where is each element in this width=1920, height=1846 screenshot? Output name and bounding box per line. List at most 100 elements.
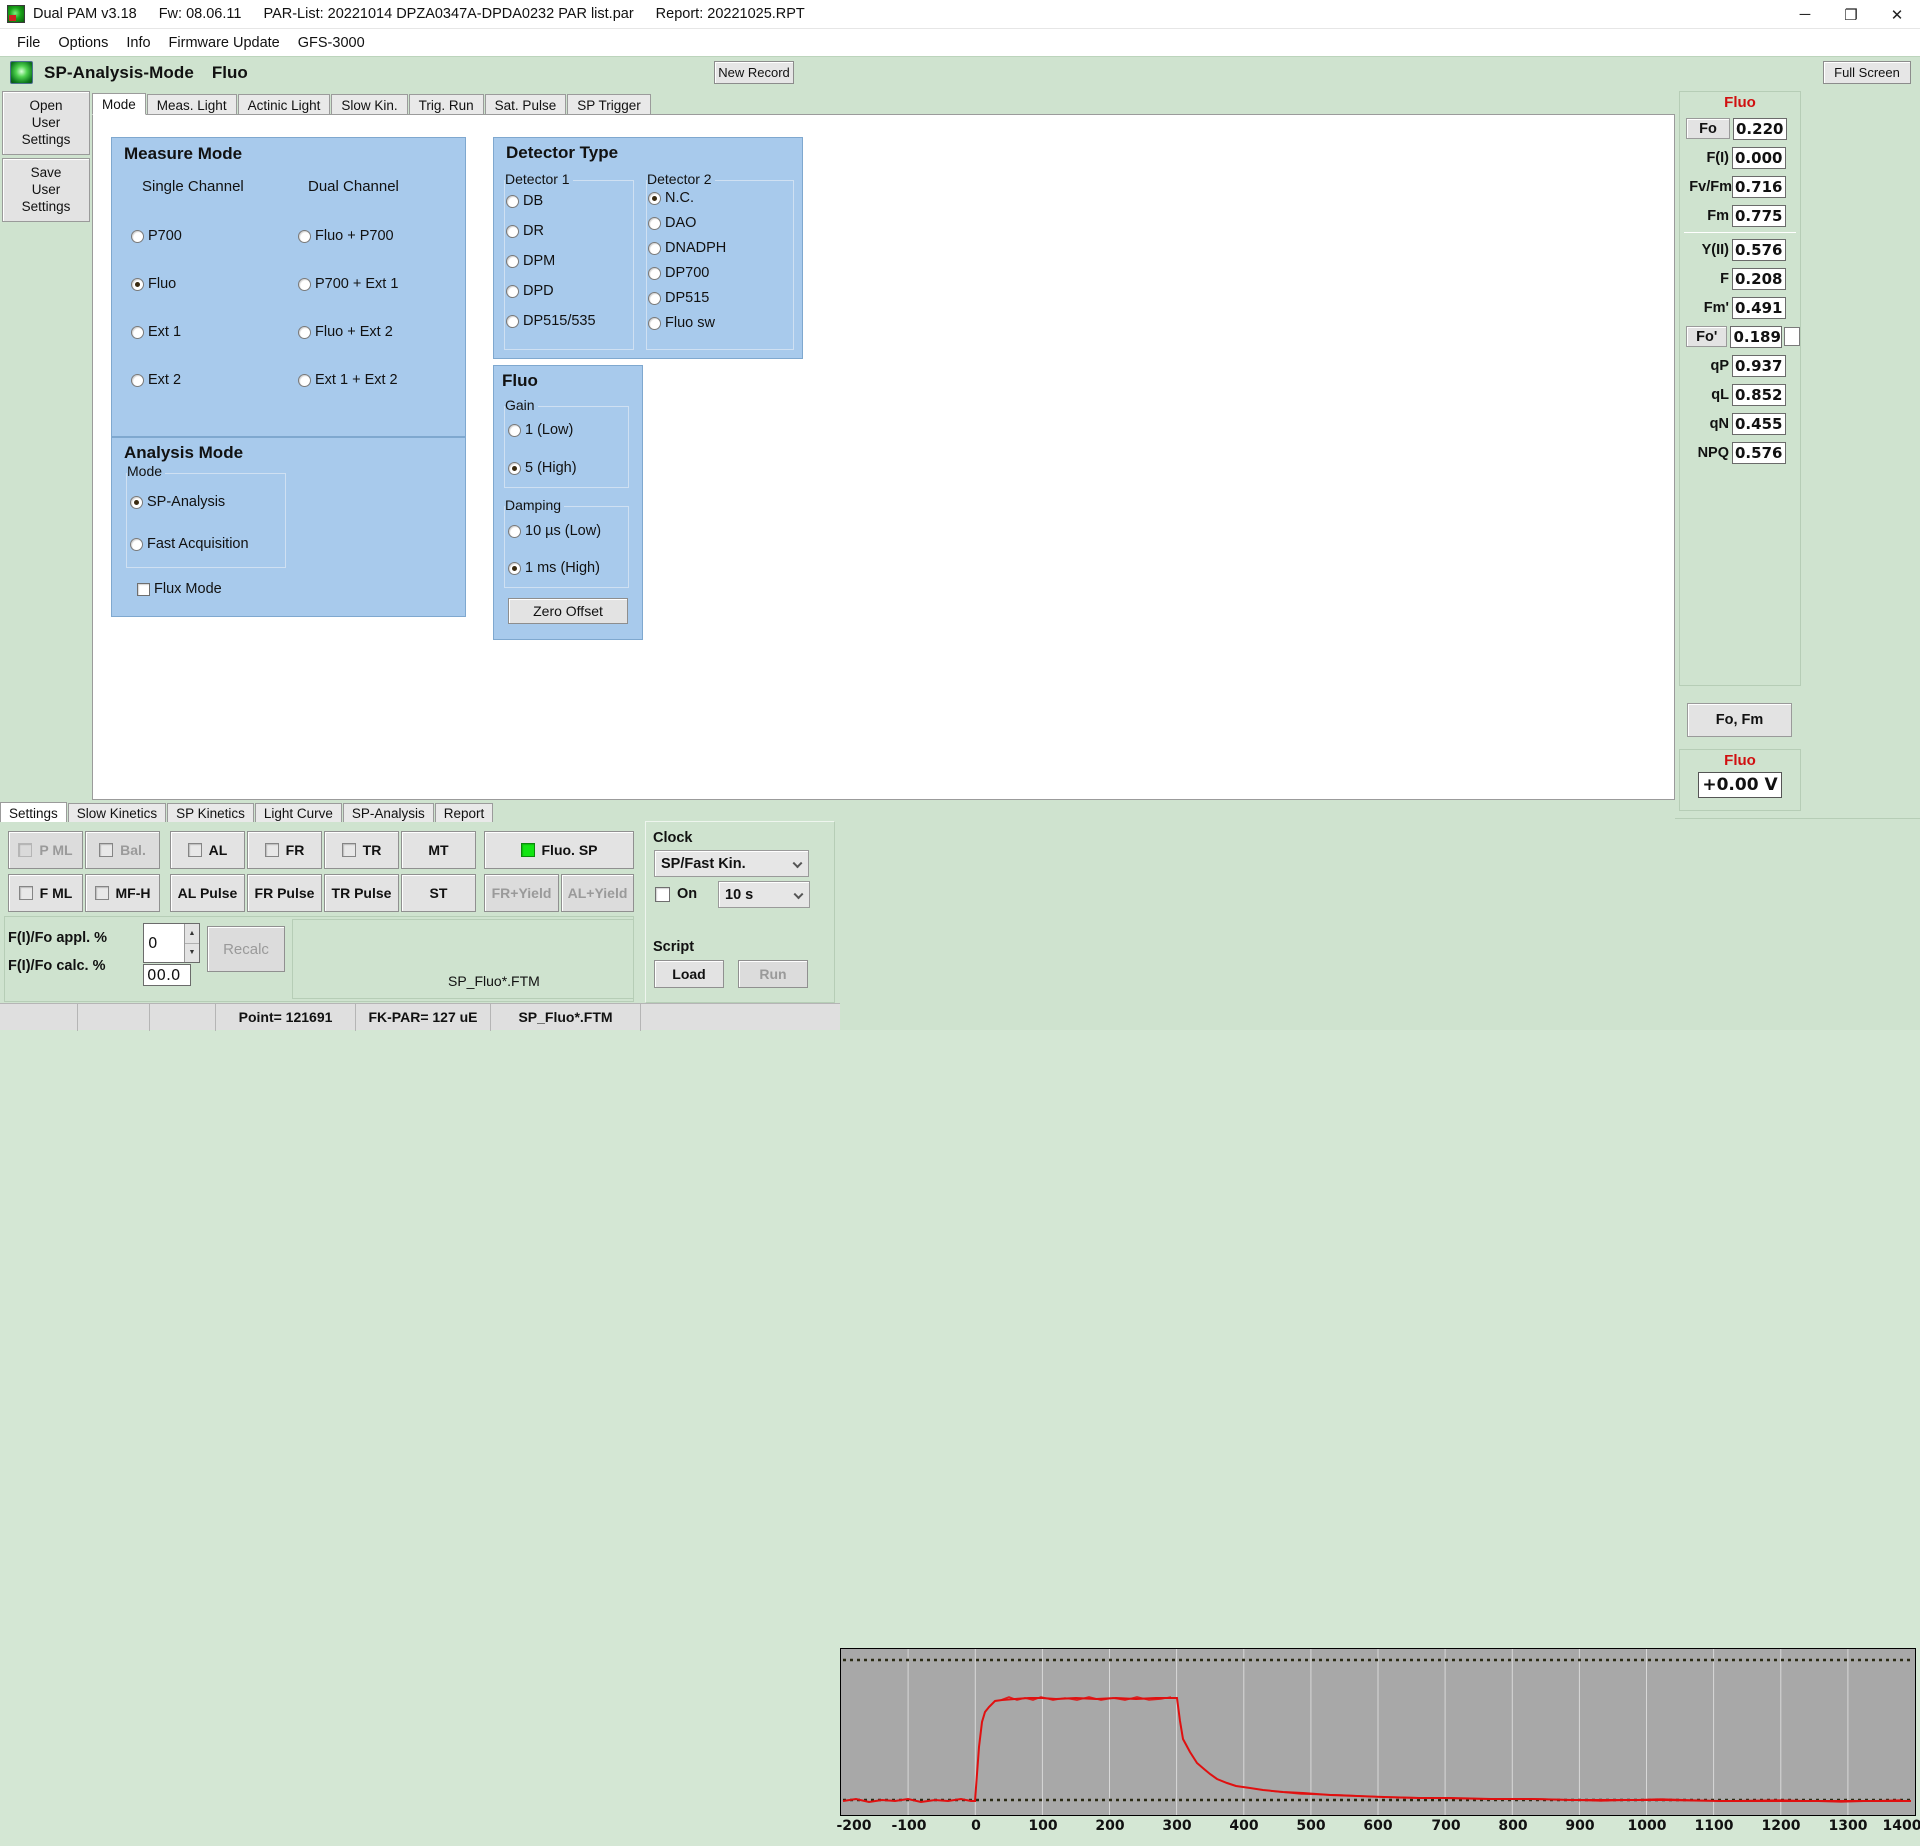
bottom-tab-report[interactable]: Report (435, 803, 494, 823)
bottom-tab-settings[interactable]: Settings (0, 802, 67, 823)
button-f-ml[interactable]: F ML (8, 874, 83, 912)
radio-indicator (648, 317, 661, 330)
recalc-button[interactable]: Recalc (207, 926, 285, 972)
checkbox-flux-mode[interactable]: Flux Mode (137, 581, 222, 597)
button-label: Load (672, 966, 705, 982)
xtick: 1300 (1829, 1818, 1868, 1834)
script-run-button[interactable]: Run (738, 960, 808, 988)
menu-gfs-3000[interactable]: GFS-3000 (289, 33, 374, 53)
radio-p700-ext-1[interactable]: P700 + Ext 1 (298, 276, 398, 292)
radio-fluo-ext-2[interactable]: Fluo + Ext 2 (298, 324, 393, 340)
radio-indicator (648, 217, 661, 230)
yii-label: Y(II) (1680, 242, 1732, 258)
radio-indicator (131, 326, 144, 339)
button-al-yield[interactable]: AL+Yield (561, 874, 634, 912)
stepper-down-icon[interactable]: ▼ (185, 944, 199, 963)
radio-detector2-nc[interactable]: N.C. (648, 190, 694, 206)
menu-options[interactable]: Options (49, 33, 117, 53)
status-fk-par: FK-PAR= 127 uE (356, 1004, 491, 1031)
radio-detector2-dp700[interactable]: DP700 (648, 265, 709, 281)
tab-meas-light[interactable]: Meas. Light (147, 94, 237, 115)
foprime-checkbox[interactable] (1784, 327, 1800, 346)
button-tr-pulse[interactable]: TR Pulse (324, 874, 399, 912)
menu-file[interactable]: File (8, 33, 49, 53)
script-load-button[interactable]: Load (654, 960, 724, 988)
fio-appl-stepper[interactable]: 0 ▲ ▼ (143, 923, 200, 963)
clock-interval-select[interactable]: 10 s (718, 881, 810, 908)
button-al[interactable]: AL (170, 831, 245, 869)
status-cell-empty-1 (0, 1004, 78, 1031)
menu-firmware-update[interactable]: Firmware Update (160, 33, 289, 53)
bottom-tab-light-curve[interactable]: Light Curve (255, 803, 342, 823)
radio-gain-low[interactable]: 1 (Low) (508, 422, 573, 438)
detector1-legend: Detector 1 (505, 171, 573, 187)
radio-detector1-dpd[interactable]: DPD (506, 283, 554, 299)
fo-button[interactable]: Fo (1686, 118, 1730, 139)
bottom-tab-sp-analysis[interactable]: SP-Analysis (343, 803, 434, 823)
qp-label: qP (1680, 358, 1732, 374)
radio-detector1-db[interactable]: DB (506, 193, 543, 209)
button-fr-pulse[interactable]: FR Pulse (247, 874, 322, 912)
save-user-settings-button[interactable]: Save User Settings (2, 158, 90, 222)
tab-actinic-light[interactable]: Actinic Light (238, 94, 331, 115)
bottom-tab-slow-kinetics[interactable]: Slow Kinetics (68, 803, 166, 823)
radio-p700[interactable]: P700 (131, 228, 182, 244)
button-mf-h[interactable]: MF-H (85, 874, 160, 912)
tab-sat-pulse[interactable]: Sat. Pulse (485, 94, 567, 115)
radio-damping-low[interactable]: 10 µs (Low) (508, 523, 601, 539)
radio-fluo[interactable]: Fluo (131, 276, 176, 292)
analysis-mode-group: Analysis Mode Mode SP-Analysis Fast Acqu… (111, 437, 466, 617)
tab-sp-trigger[interactable]: SP Trigger (567, 94, 651, 115)
radio-detector1-dr[interactable]: DR (506, 223, 544, 239)
button-tr[interactable]: TR (324, 831, 399, 869)
button-mt[interactable]: MT (401, 831, 476, 869)
button-fluo-sp[interactable]: Fluo. SP (484, 831, 634, 869)
radio-gain-high[interactable]: 5 (High) (508, 460, 577, 476)
clock-mode-select[interactable]: SP/Fast Kin. (654, 850, 809, 877)
radio-ext-2[interactable]: Ext 2 (131, 372, 181, 388)
tab-slow-kin[interactable]: Slow Kin. (331, 94, 407, 115)
radio-ext-1-ext-2[interactable]: Ext 1 + Ext 2 (298, 372, 398, 388)
bottom-tab-sp-kinetics[interactable]: SP Kinetics (167, 803, 254, 823)
minimize-icon[interactable]: ─ (1782, 0, 1828, 29)
radio-detector1-dp515-535[interactable]: DP515/535 (506, 313, 596, 329)
radio-damping-high[interactable]: 1 ms (High) (508, 560, 600, 576)
close-icon[interactable]: ✕ (1874, 0, 1920, 29)
radio-detector2-fluo-sw[interactable]: Fluo sw (648, 315, 715, 331)
button-p-ml[interactable]: P ML (8, 831, 83, 869)
radio-detector2-dao[interactable]: DAO (648, 215, 696, 231)
radio-label: DB (523, 193, 543, 209)
clock-interval-value: 10 s (725, 887, 753, 903)
button-bal[interactable]: Bal. (85, 831, 160, 869)
zero-offset-button[interactable]: Zero Offset (508, 598, 628, 624)
radio-label: Fluo + Ext 2 (315, 324, 393, 340)
foprime-button[interactable]: Fo' (1686, 326, 1727, 347)
new-record-button[interactable]: New Record (714, 61, 794, 84)
fio-file-name: SP_Fluo*.FTM (448, 973, 540, 989)
radio-fluo-p700[interactable]: Fluo + P700 (298, 228, 394, 244)
radio-detector1-dpm[interactable]: DPM (506, 253, 555, 269)
radio-fast-acquisition[interactable]: Fast Acquisition (130, 536, 249, 552)
kinetics-chart[interactable]: -200 -100 0 100 200 300 400 500 600 700 … (840, 1648, 1916, 1846)
stepper-up-icon[interactable]: ▲ (185, 924, 199, 944)
menu-info[interactable]: Info (117, 33, 159, 53)
button-fr-yield[interactable]: FR+Yield (484, 874, 559, 912)
button-fr[interactable]: FR (247, 831, 322, 869)
full-screen-button[interactable]: Full Screen (1823, 61, 1911, 84)
button-al-pulse[interactable]: AL Pulse (170, 874, 245, 912)
xtick: 1400 (1883, 1818, 1920, 1834)
radio-sp-analysis[interactable]: SP-Analysis (130, 494, 225, 510)
tab-mode[interactable]: Mode (92, 93, 146, 115)
radio-ext-1[interactable]: Ext 1 (131, 324, 181, 340)
radio-detector2-dp515[interactable]: DP515 (648, 290, 709, 306)
xtick: 200 (1095, 1818, 1124, 1834)
chart-plot-area[interactable] (840, 1648, 1916, 1816)
maximize-icon[interactable]: ❐ (1828, 0, 1874, 29)
radio-detector2-dnadph[interactable]: DNADPH (648, 240, 726, 256)
fo-fm-button[interactable]: Fo, Fm (1687, 703, 1792, 737)
button-st[interactable]: ST (401, 874, 476, 912)
stepper-arrows[interactable]: ▲ ▼ (184, 924, 199, 962)
open-user-settings-button[interactable]: Open User Settings (2, 91, 90, 155)
tab-trig-run[interactable]: Trig. Run (409, 94, 484, 115)
clock-on-checkbox[interactable]: On (655, 886, 697, 902)
